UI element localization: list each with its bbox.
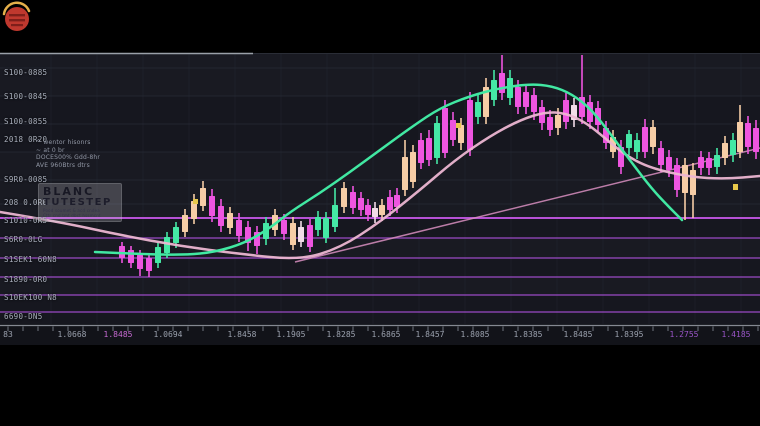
candle-body bbox=[128, 250, 134, 263]
watermark-badge: BLANC TUTESTEP Pood soumet & acd cndea C… bbox=[38, 183, 122, 222]
candle-body bbox=[745, 123, 751, 147]
candle-body bbox=[682, 165, 688, 193]
candle-body bbox=[323, 218, 329, 238]
candle-body bbox=[523, 92, 529, 107]
candle-body bbox=[658, 148, 664, 165]
watermark-subtitle: TUTESTEP bbox=[43, 197, 117, 208]
candle-body bbox=[442, 108, 448, 153]
watermark-title: BLANC bbox=[43, 186, 117, 197]
candle-body bbox=[379, 205, 385, 215]
candle-body bbox=[387, 197, 393, 210]
price-axis-label: S10EK100 N8 bbox=[4, 293, 57, 302]
indicator-line: ~ at 0 br bbox=[36, 147, 100, 155]
yellow-marker bbox=[193, 199, 198, 204]
time-axis-label: 1.8085 bbox=[461, 330, 490, 339]
price-axis-label: S100-0855 bbox=[4, 117, 47, 126]
candle-body bbox=[626, 134, 632, 148]
candle-body bbox=[642, 127, 648, 152]
candle-body bbox=[137, 255, 143, 269]
candle-body bbox=[753, 128, 759, 152]
candle-body bbox=[650, 127, 656, 147]
candle-body bbox=[467, 100, 473, 150]
candle-body bbox=[737, 122, 743, 152]
time-axis-label: 1.0694 bbox=[154, 330, 183, 339]
indicator-line: ^ wentor hisonrs bbox=[36, 139, 100, 147]
candle-body bbox=[426, 138, 432, 160]
candle-body bbox=[475, 102, 481, 117]
candle-body bbox=[499, 73, 505, 93]
candle-body bbox=[341, 188, 347, 207]
time-axis-label: 1.6865 bbox=[372, 330, 401, 339]
watermark-tagline-2: Cttr cnd tmt dbct hssmcnt bbox=[43, 213, 117, 218]
indicator-values-panel: ^ wentor hisonrs~ at 0 brDOCES00% Gdd-8h… bbox=[36, 139, 100, 169]
candle-body bbox=[418, 140, 424, 163]
candle-body bbox=[332, 205, 338, 227]
candle-body bbox=[218, 206, 224, 226]
candle-body bbox=[690, 170, 696, 195]
candle-body bbox=[365, 205, 371, 215]
time-axis-label: 83 bbox=[3, 330, 13, 339]
candle-body bbox=[706, 158, 712, 168]
candle-body bbox=[281, 220, 287, 234]
candle-body bbox=[182, 215, 188, 232]
candle-body bbox=[358, 198, 364, 210]
time-axis-label: 1.8285 bbox=[327, 330, 356, 339]
candle-body bbox=[372, 208, 378, 217]
indicator-line: AVE 960Btrs dtrs bbox=[36, 162, 100, 170]
candle-body bbox=[402, 157, 408, 190]
candle-body bbox=[307, 225, 313, 247]
candle-body bbox=[722, 143, 728, 158]
candle-body bbox=[350, 192, 356, 208]
time-axis-label: 1.1905 bbox=[277, 330, 306, 339]
candle-body bbox=[173, 227, 179, 243]
candle-body bbox=[547, 117, 553, 130]
candle-body bbox=[634, 140, 640, 152]
time-axis-label: 1.8385 bbox=[514, 330, 543, 339]
indicator-line: DOCES00% Gdd-8hr bbox=[36, 154, 100, 162]
yellow-marker bbox=[733, 184, 738, 190]
time-axis-label: 1.8485 bbox=[564, 330, 593, 339]
candle-body bbox=[315, 217, 321, 230]
price-axis-label: S6R0-0LG bbox=[4, 235, 43, 244]
candle-body bbox=[200, 188, 206, 206]
candle-body bbox=[563, 100, 569, 122]
time-axis-label: 1.2755 bbox=[670, 330, 699, 339]
candle-body bbox=[666, 157, 672, 170]
candle-body bbox=[515, 87, 521, 107]
price-axis-label: S1SEK1 60N8 bbox=[4, 255, 57, 264]
candle-body bbox=[555, 115, 561, 128]
time-axis-label: 1.4185 bbox=[722, 330, 751, 339]
time-axis-label: 1.8485 bbox=[104, 330, 133, 339]
candle-body bbox=[698, 157, 704, 168]
candle-body bbox=[714, 155, 720, 167]
yellow-marker bbox=[456, 123, 461, 128]
price-axis-label: S100-0845 bbox=[4, 92, 47, 101]
time-axis-label: 1.8457 bbox=[416, 330, 445, 339]
red-circle-logo-icon bbox=[0, 0, 34, 34]
candle-body bbox=[290, 223, 296, 245]
price-axis-label: S1890-0R0 bbox=[4, 275, 47, 284]
candle-body bbox=[434, 123, 440, 158]
candle-body bbox=[450, 120, 456, 140]
candle-body bbox=[236, 220, 242, 236]
candle-body bbox=[227, 213, 233, 228]
candle-body bbox=[209, 196, 215, 216]
time-axis-label: 1.8395 bbox=[615, 330, 644, 339]
candle-body bbox=[730, 140, 736, 155]
candle-body bbox=[410, 152, 416, 182]
candle-body bbox=[146, 258, 152, 271]
candle-body bbox=[674, 165, 680, 190]
price-axis-label: S100-0885 bbox=[4, 68, 47, 77]
candle-body bbox=[531, 95, 537, 112]
time-axis-label: 1.0668 bbox=[58, 330, 87, 339]
time-axis-label: 1.8458 bbox=[228, 330, 257, 339]
trading-app-window: S100-0885S100-0845S100-08552018 0R20S9R0… bbox=[0, 0, 760, 426]
price-axis-label: 6690-DN5 bbox=[4, 312, 43, 321]
candle-body bbox=[298, 227, 304, 242]
